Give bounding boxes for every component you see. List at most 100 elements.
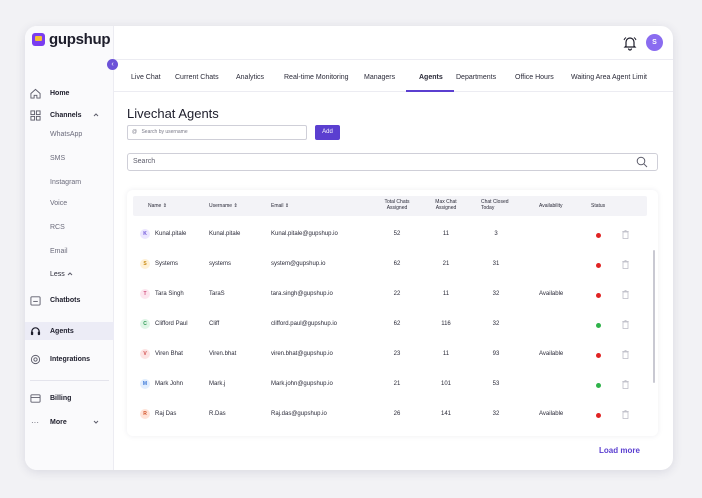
tab-office-hours[interactable]: Office Hours (515, 74, 554, 81)
load-more-button[interactable]: Load more (599, 446, 640, 455)
column-header-name[interactable]: Name ⇕ (148, 203, 167, 209)
sidebar-item-less[interactable]: Less (25, 265, 114, 283)
cell-email: Raj.das@gupshup.io (271, 411, 327, 417)
column-header-status: Status (591, 203, 606, 209)
cell-name: Kunal.pitale (155, 231, 187, 237)
sidebar-divider (30, 380, 109, 381)
column-header-total-chats: Total Chats Assigned (384, 199, 410, 211)
at-icon: @ (132, 129, 138, 135)
sidebar-label-less: Less (50, 270, 65, 278)
column-header-email[interactable]: Email ⇕ (271, 203, 289, 209)
cell-total-chats: 52 (393, 231, 401, 237)
sort-icon: ⇕ (284, 203, 290, 209)
table-header: Name ⇕ Username ⇕ Email ⇕ Total Chats Ass… (133, 196, 647, 216)
agent-avatar: V (140, 349, 150, 359)
trash-icon[interactable] (622, 320, 629, 329)
add-button[interactable]: Add (315, 125, 340, 140)
cell-username: Cliff (209, 321, 220, 327)
sidebar-item-rcs[interactable]: RCS (25, 218, 114, 236)
sidebar-item-whatsapp[interactable]: WhatsApp (25, 125, 114, 143)
table-row[interactable]: T Tara Singh TaraS tara.singh@gupshup.io 22 1… (133, 280, 647, 310)
username-search-input[interactable]: @ Search by username (127, 125, 307, 140)
tab-live-chat[interactable]: Live Chat (131, 74, 161, 81)
sidebar-item-voice[interactable]: Voice (25, 194, 114, 212)
sidebar-item-integrations[interactable]: Integrations (25, 350, 114, 368)
sidebar-label-chatbots: Chatbots (50, 296, 81, 304)
status-indicator (596, 293, 601, 298)
cell-name: Systems (155, 261, 179, 267)
table-row[interactable]: C Clifford Paul Cliff clifford.paul@gupshup… (133, 310, 647, 340)
status-indicator (596, 263, 601, 268)
cell-chat-closed: 93 (492, 351, 500, 357)
brand-logo[interactable]: gupshup (32, 31, 111, 48)
sidebar-label-instagram: Instagram (50, 178, 82, 186)
trash-icon[interactable] (622, 260, 629, 269)
table-scrollbar[interactable] (653, 250, 655, 383)
column-header-availability: Availability (539, 203, 563, 209)
chatbot-icon (30, 295, 41, 306)
cell-name: Viren Bhat (155, 351, 183, 357)
sidebar-label-voice: Voice (50, 199, 68, 207)
tab-current-chats[interactable]: Current Chats (175, 74, 219, 81)
cell-username: Kunal.pitale (209, 231, 241, 237)
sort-icon: ⇕ (162, 203, 167, 209)
tab-managers[interactable]: Managers (364, 74, 395, 81)
column-header-username[interactable]: Username ⇕ (209, 203, 238, 209)
trash-icon[interactable] (622, 380, 629, 389)
grid-icon (30, 109, 41, 121)
user-avatar[interactable]: S (646, 34, 663, 51)
chevron-up-icon[interactable] (93, 112, 99, 118)
home-icon (30, 88, 41, 99)
search-icon[interactable] (636, 156, 648, 168)
trash-icon[interactable] (622, 410, 629, 419)
sidebar: gupshup Home Channels WhatsApp SMS Insta… (25, 26, 114, 470)
table-row[interactable]: V Viren Bhat Viren.bhat viren.bhat@gupshup.… (133, 340, 647, 370)
cell-username: systems (209, 261, 232, 267)
sidebar-item-agents[interactable]: Agents (25, 322, 114, 340)
username-search-placeholder: Search by username (141, 129, 188, 135)
collapse-sidebar-button[interactable]: ‹ (107, 59, 118, 70)
table-row[interactable]: K Kunal.pitale Kunal.pitale Kunal.pitale@gu… (133, 220, 647, 250)
sidebar-item-email[interactable]: Email (25, 242, 114, 260)
tab-analytics[interactable]: Analytics (236, 74, 264, 81)
sidebar-item-channels[interactable]: Channels (25, 106, 114, 124)
table-search-input[interactable]: Search (127, 153, 658, 171)
chevron-down-icon (93, 420, 99, 424)
sort-icon: ⇕ (233, 203, 238, 209)
chevron-up-icon (67, 272, 73, 276)
tab-waiting-area-agent-limit[interactable]: Waiting Area Agent Limit (571, 74, 647, 81)
sidebar-item-chatbots[interactable]: Chatbots (25, 291, 114, 309)
bell-icon[interactable] (622, 35, 638, 51)
tab-agents[interactable]: Agents (419, 74, 443, 81)
tab-realtime-monitoring[interactable]: Real-time Monitoring (284, 74, 349, 81)
sidebar-label-more: More (50, 418, 67, 426)
sidebar-item-home[interactable]: Home (25, 84, 114, 102)
cell-name: Raj Das (155, 411, 177, 417)
sidebar-item-instagram[interactable]: Instagram (25, 173, 114, 191)
table-row[interactable]: S Systems systems system@gupshup.io 62 21 31 (133, 250, 647, 280)
trash-icon[interactable] (622, 230, 629, 239)
table-row[interactable]: M Mark John Mark.j Mark.john@gupshup.io 21 10… (133, 370, 647, 400)
cell-chat-closed: 3 (494, 231, 498, 237)
cell-availability: Available (539, 291, 564, 297)
agent-avatar: M (140, 379, 150, 389)
trash-icon[interactable] (622, 350, 629, 359)
trash-icon[interactable] (622, 290, 629, 299)
cell-email: viren.bhat@gupshup.io (271, 351, 333, 357)
cell-availability: Available (539, 411, 564, 417)
cell-total-chats: 21 (393, 381, 401, 387)
agent-avatar: K (140, 229, 150, 239)
tab-departments[interactable]: Departments (456, 74, 496, 81)
column-header-chat-closed: Chat Closed Today (481, 199, 509, 211)
sidebar-item-billing[interactable]: Billing (25, 389, 114, 407)
sidebar-item-sms[interactable]: SMS (25, 149, 114, 167)
cell-name: Mark John (155, 381, 184, 387)
sidebar-item-more[interactable]: ··· More (25, 413, 114, 431)
active-tab-indicator (406, 90, 454, 92)
sidebar-label-billing: Billing (50, 394, 72, 402)
agent-avatar: C (140, 319, 150, 329)
cell-email: clifford.paul@gupshup.io (271, 321, 338, 327)
cell-max-chat: 11 (442, 291, 450, 297)
cell-max-chat: 141 (440, 411, 451, 417)
table-row[interactable]: R Raj Das R.Das Raj.das@gupshup.io 26 141 32 Av… (133, 400, 647, 430)
